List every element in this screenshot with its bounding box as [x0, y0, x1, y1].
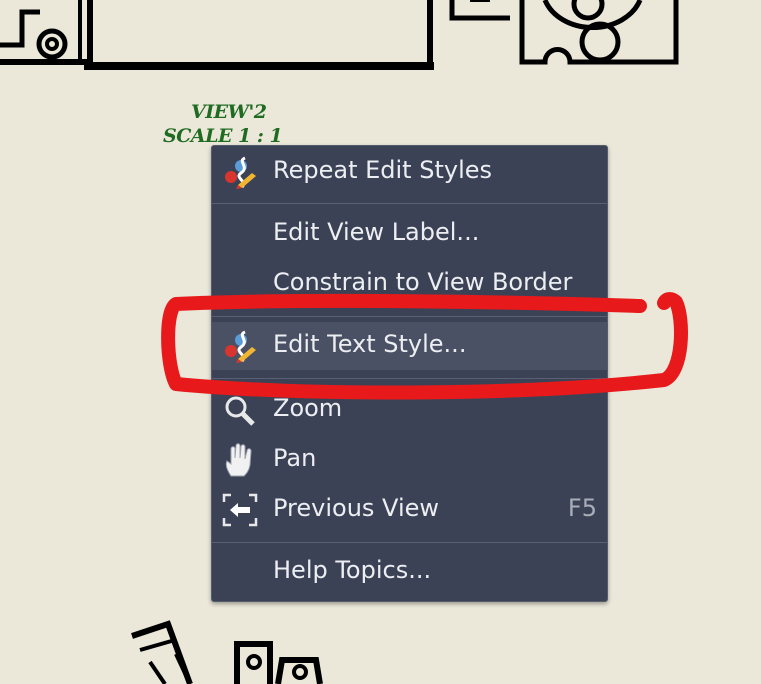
- previous-view-icon: [222, 493, 258, 527]
- zoom-icon: [225, 396, 255, 426]
- menu-separator: [212, 316, 607, 317]
- drawing-geometry-bottom: [131, 620, 323, 684]
- drawing-geometry-top: [0, 0, 679, 70]
- menu-item-repeat-edit-styles[interactable]: Repeat Edit Styles: [212, 148, 607, 196]
- menu-item-label: Pan: [273, 444, 317, 472]
- menu-item-label: Repeat Edit Styles: [273, 156, 492, 184]
- menu-item-help-topics[interactable]: Help Topics...: [212, 548, 607, 596]
- menu-item-label: Previous View: [273, 494, 440, 522]
- menu-separator: [212, 203, 607, 204]
- menu-item-label: Constrain to View Border: [273, 268, 573, 296]
- menu-item-edit-text-style[interactable]: Edit Text Style...: [212, 322, 607, 370]
- menu-separator: [212, 378, 607, 379]
- menu-item-label: Zoom: [273, 394, 343, 422]
- menu-item-pan[interactable]: Pan: [212, 436, 607, 484]
- menu-item-shortcut: F5: [567, 494, 597, 522]
- menu-item-zoom[interactable]: Zoom: [212, 386, 607, 434]
- edit-styles-icon: [225, 330, 256, 363]
- menu-item-label: Edit Text Style...: [273, 330, 467, 358]
- edit-styles-icon: [225, 156, 256, 189]
- menu-separator: [212, 542, 607, 543]
- menu-item-label: Help Topics...: [273, 556, 432, 584]
- context-menu: Repeat Edit Styles Edit View Label... Co…: [211, 145, 608, 602]
- view-label-name: VIEW'2: [191, 101, 267, 123]
- view-label[interactable]: VIEW'2 SCALE 1 : 1: [163, 100, 283, 148]
- menu-item-constrain-to-view-border[interactable]: Constrain to View Border: [212, 260, 607, 308]
- menu-item-label: Edit View Label...: [273, 218, 480, 246]
- menu-item-previous-view[interactable]: Previous View F5: [212, 486, 607, 534]
- pan-hand-icon: [225, 443, 252, 477]
- menu-item-edit-view-label[interactable]: Edit View Label...: [212, 210, 607, 258]
